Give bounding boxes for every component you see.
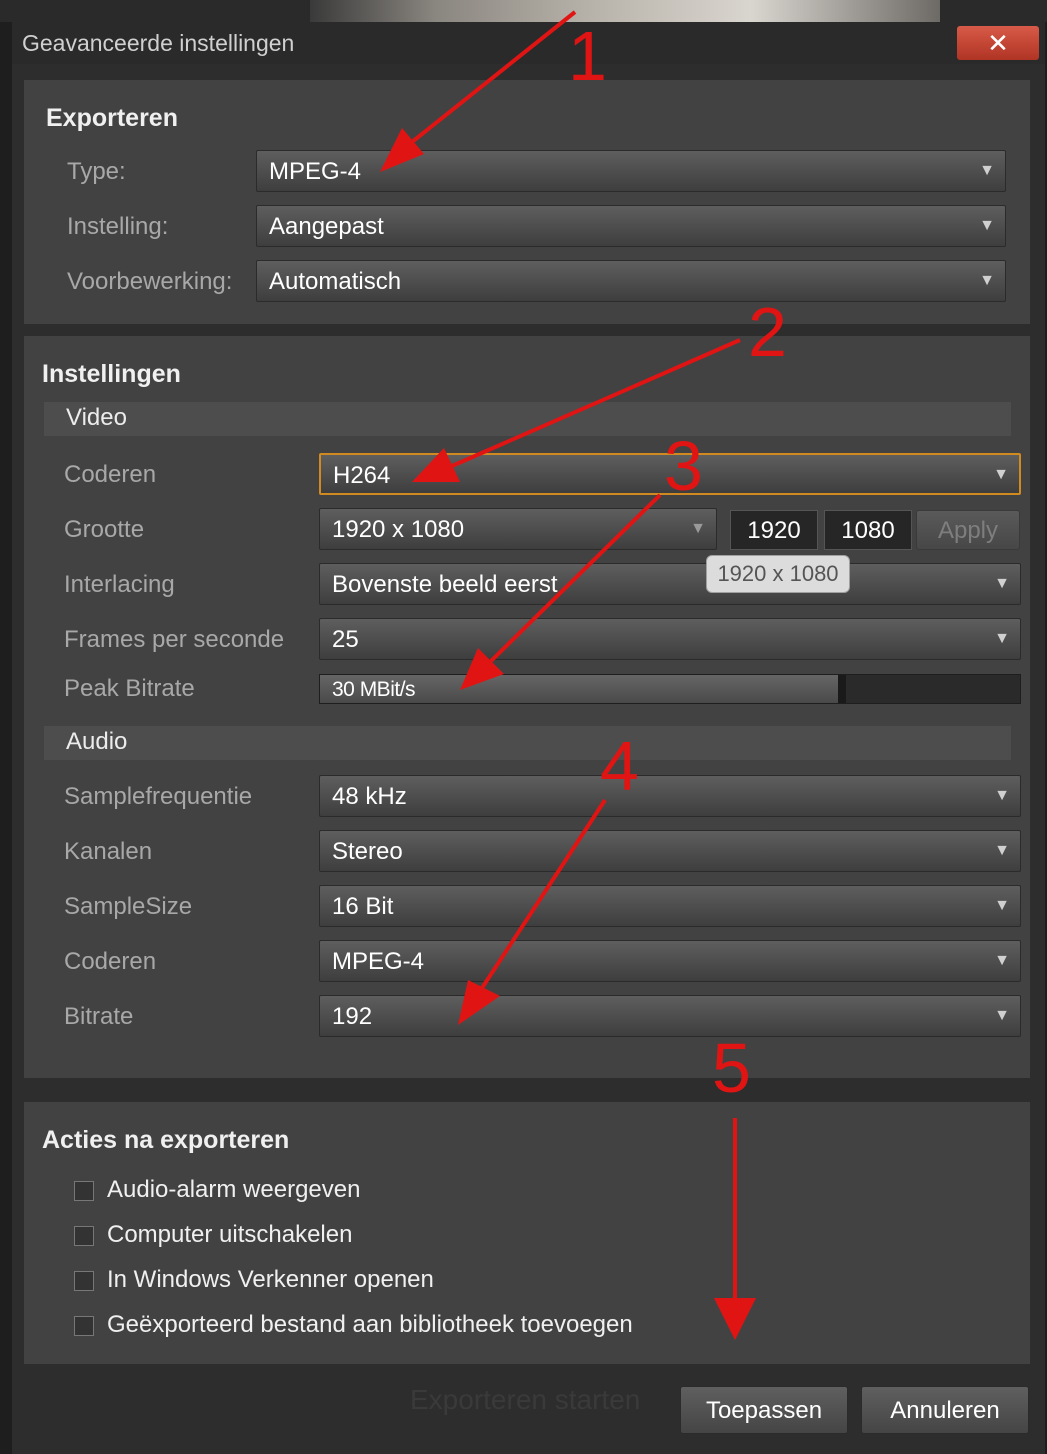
- channels-dropdown[interactable]: Stereo ▼: [319, 830, 1021, 872]
- interlacing-label: Interlacing: [64, 571, 175, 598]
- cancel-button[interactable]: Annuleren: [861, 1386, 1029, 1434]
- sample-size-value: 16 Bit: [332, 893, 394, 920]
- interlacing-dropdown[interactable]: Bovenste beeld eerst ▼: [319, 563, 1021, 605]
- after-export-panel: Acties na exporteren Audio-alarm weergev…: [24, 1102, 1030, 1364]
- fps-dropdown[interactable]: 25 ▼: [319, 618, 1021, 660]
- interlacing-value: Bovenste beeld eerst: [332, 571, 558, 598]
- type-dropdown[interactable]: MPEG-4 ▼: [256, 150, 1006, 192]
- chevron-down-icon: ▼: [994, 630, 1010, 647]
- type-label: Type:: [67, 158, 126, 185]
- preprocessing-label: Voorbewerking:: [67, 268, 233, 295]
- close-icon: ✕: [987, 28, 1009, 58]
- video-codec-value: H264: [333, 462, 391, 489]
- settings-title: Instellingen: [42, 360, 181, 388]
- sample-size-label: SampleSize: [64, 893, 193, 920]
- video-header: Video: [44, 402, 1011, 436]
- chevron-down-icon: ▼: [979, 162, 995, 179]
- settings-panel: Instellingen Video Coderen H264 ▼ Grootte…: [24, 336, 1030, 1078]
- start-export-ghost-label: Exporteren starten: [410, 1384, 641, 1415]
- size-tooltip-text: 1920 x 1080: [717, 561, 839, 586]
- width-value: 1920: [747, 517, 801, 544]
- chevron-down-icon: ▼: [994, 1007, 1010, 1024]
- video-header-label: Video: [66, 404, 127, 431]
- audio-bitrate-dropdown[interactable]: 192 ▼: [319, 995, 1021, 1037]
- preprocessing-dropdown[interactable]: Automatisch ▼: [256, 260, 1006, 302]
- fps-value: 25: [332, 626, 359, 653]
- audio-codec-dropdown[interactable]: MPEG-4 ▼: [319, 940, 1021, 982]
- fps-label: Frames per seconde: [64, 626, 285, 653]
- option-label: Computer uitschakelen: [107, 1221, 353, 1248]
- size-dropdown[interactable]: 1920 x 1080 ▼: [319, 508, 717, 550]
- background-strip: [0, 0, 1047, 22]
- channels-label: Kanalen: [64, 838, 153, 865]
- audio-bitrate-value: 192: [332, 1003, 373, 1030]
- checkbox[interactable]: [74, 1271, 94, 1291]
- chevron-down-icon: ▼: [994, 842, 1010, 859]
- checkbox[interactable]: [74, 1316, 94, 1336]
- window-title: Geavanceerde instellingen: [22, 30, 295, 56]
- chevron-down-icon: ▼: [994, 952, 1010, 969]
- audio-header: Audio: [44, 726, 1011, 760]
- sample-rate-dropdown[interactable]: 48 kHz ▼: [319, 775, 1021, 817]
- peak-bitrate-handle[interactable]: [838, 675, 846, 703]
- chevron-down-icon: ▼: [993, 466, 1009, 483]
- peak-bitrate-value: 30 MBit/s: [332, 678, 416, 701]
- preset-label: Instelling:: [67, 213, 169, 240]
- preprocessing-value: Automatisch: [269, 268, 402, 295]
- checkbox[interactable]: [74, 1181, 94, 1201]
- advanced-settings-dialog: Geavanceerde instellingen ✕ Exporteren T…: [12, 22, 1045, 1454]
- apply-size-label: Apply: [937, 517, 999, 544]
- apply-button[interactable]: Toepassen: [680, 1386, 848, 1434]
- cancel-button-label: Annuleren: [890, 1397, 1000, 1424]
- sample-rate-label: Samplefrequentie: [64, 783, 253, 810]
- preset-value: Aangepast: [269, 213, 384, 240]
- title-bar: Geavanceerde instellingen ✕: [12, 22, 1045, 64]
- audio-bitrate-label: Bitrate: [64, 1003, 134, 1030]
- size-tooltip: 1920 x 1080: [706, 555, 850, 593]
- export-panel: Exporteren Type: MPEG-4 ▼ Instelling: Aan…: [24, 80, 1030, 324]
- video-codec-label: Coderen: [64, 461, 157, 488]
- preset-dropdown[interactable]: Aangepast ▼: [256, 205, 1006, 247]
- chevron-down-icon: ▼: [994, 897, 1010, 914]
- after-export-title: Acties na exporteren: [42, 1126, 290, 1154]
- audio-codec-label: Coderen: [64, 948, 157, 975]
- checkbox[interactable]: [74, 1226, 94, 1246]
- chevron-down-icon: ▼: [690, 520, 706, 537]
- type-value: MPEG-4: [269, 158, 362, 185]
- sample-size-dropdown[interactable]: 16 Bit ▼: [319, 885, 1021, 927]
- background-photo: [310, 0, 940, 22]
- chevron-down-icon: ▼: [979, 272, 995, 289]
- apply-button-label: Toepassen: [705, 1397, 823, 1424]
- audio-codec-value: MPEG-4: [332, 948, 425, 975]
- peak-bitrate-slider[interactable]: 30 MBit/s: [319, 674, 1021, 704]
- option-label: Audio-alarm weergeven: [107, 1176, 361, 1203]
- size-label: Grootte: [64, 516, 145, 543]
- sample-rate-value: 48 kHz: [332, 783, 407, 810]
- audio-header-label: Audio: [66, 728, 128, 755]
- chevron-down-icon: ▼: [979, 217, 995, 234]
- export-title: Exporteren: [46, 104, 178, 132]
- chevron-down-icon: ▼: [994, 787, 1010, 804]
- close-button[interactable]: ✕: [957, 26, 1039, 60]
- video-codec-dropdown[interactable]: H264 ▼: [319, 453, 1021, 495]
- height-value: 1080: [841, 517, 895, 544]
- peak-bitrate-label: Peak Bitrate: [64, 675, 195, 702]
- size-value: 1920 x 1080: [332, 516, 465, 543]
- apply-size-button[interactable]: Apply: [916, 510, 1020, 550]
- chevron-down-icon: ▼: [994, 575, 1010, 592]
- option-label: In Windows Verkenner openen: [107, 1266, 434, 1293]
- height-input[interactable]: 1080: [824, 510, 912, 550]
- width-input[interactable]: 1920: [730, 510, 818, 550]
- option-label: Geëxporteerd bestand aan bibliotheek toe…: [107, 1311, 633, 1338]
- channels-value: Stereo: [332, 838, 403, 865]
